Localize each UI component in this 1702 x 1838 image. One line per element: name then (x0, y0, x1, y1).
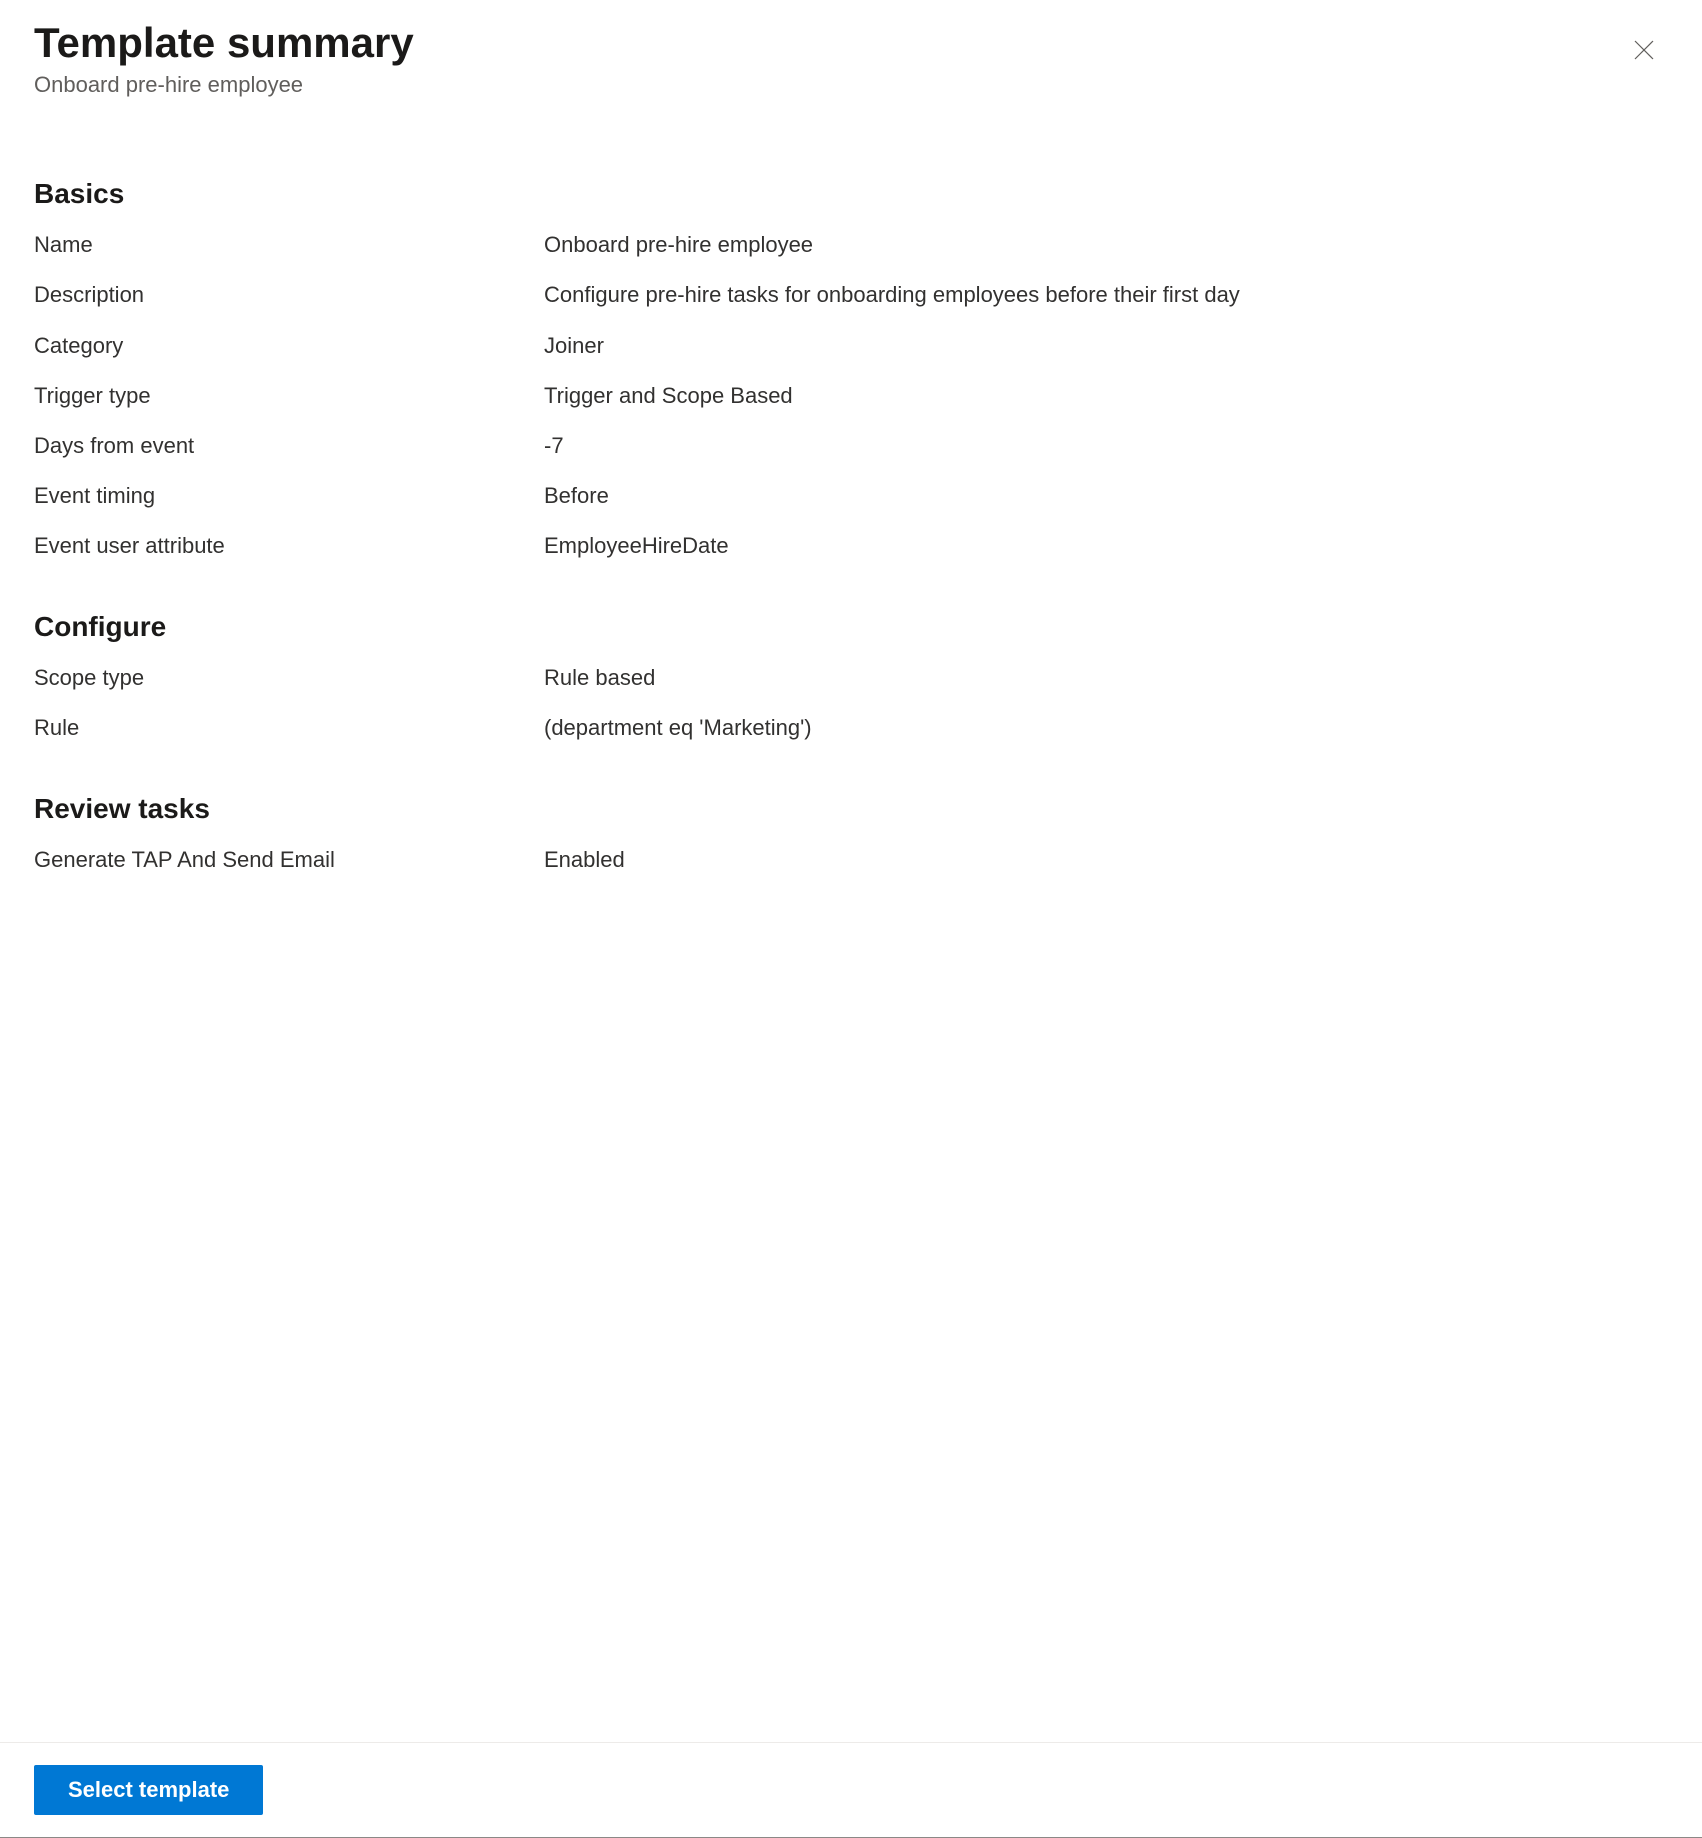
value-tap-email: Enabled (544, 843, 1668, 877)
section-review-tasks: Review tasks Generate TAP And Send Email… (34, 793, 1668, 877)
row-days-from-event: Days from event -7 (34, 429, 1668, 463)
panel-subtitle: Onboard pre-hire employee (34, 72, 414, 98)
row-name: Name Onboard pre-hire employee (34, 228, 1668, 262)
template-summary-panel: Template summary Onboard pre-hire employ… (0, 0, 1702, 1838)
label-tap-email: Generate TAP And Send Email (34, 843, 544, 877)
row-scope-type: Scope type Rule based (34, 661, 1668, 695)
label-description: Description (34, 278, 544, 312)
value-category: Joiner (544, 329, 1668, 363)
value-event-user-attribute: EmployeeHireDate (544, 529, 1668, 563)
panel-content: Basics Name Onboard pre-hire employee De… (0, 98, 1702, 1742)
panel-header: Template summary Onboard pre-hire employ… (0, 0, 1702, 98)
value-rule: (department eq 'Marketing') (544, 711, 1668, 745)
label-days-from-event: Days from event (34, 429, 544, 463)
label-trigger-type: Trigger type (34, 379, 544, 413)
value-event-timing: Before (544, 479, 1668, 513)
row-event-timing: Event timing Before (34, 479, 1668, 513)
label-event-timing: Event timing (34, 479, 544, 513)
label-scope-type: Scope type (34, 661, 544, 695)
row-trigger-type: Trigger type Trigger and Scope Based (34, 379, 1668, 413)
panel-title: Template summary (34, 18, 414, 68)
value-trigger-type: Trigger and Scope Based (544, 379, 1668, 413)
label-name: Name (34, 228, 544, 262)
row-rule: Rule (department eq 'Marketing') (34, 711, 1668, 745)
label-event-user-attribute: Event user attribute (34, 529, 544, 563)
row-category: Category Joiner (34, 329, 1668, 363)
row-tap-email: Generate TAP And Send Email Enabled (34, 843, 1668, 877)
close-button[interactable] (1624, 30, 1664, 73)
section-heading-basics: Basics (34, 178, 1668, 210)
value-description: Configure pre-hire tasks for onboarding … (544, 278, 1668, 312)
value-name: Onboard pre-hire employee (544, 228, 1668, 262)
close-icon (1632, 50, 1656, 65)
section-configure: Configure Scope type Rule based Rule (de… (34, 611, 1668, 745)
row-event-user-attribute: Event user attribute EmployeeHireDate (34, 529, 1668, 563)
section-basics: Basics Name Onboard pre-hire employee De… (34, 178, 1668, 563)
label-category: Category (34, 329, 544, 363)
label-rule: Rule (34, 711, 544, 745)
panel-footer: Select template (0, 1742, 1702, 1838)
select-template-button[interactable]: Select template (34, 1765, 263, 1815)
section-heading-configure: Configure (34, 611, 1668, 643)
row-description: Description Configure pre-hire tasks for… (34, 278, 1668, 312)
value-scope-type: Rule based (544, 661, 1668, 695)
section-heading-review-tasks: Review tasks (34, 793, 1668, 825)
header-text: Template summary Onboard pre-hire employ… (34, 18, 414, 98)
value-days-from-event: -7 (544, 429, 1668, 463)
